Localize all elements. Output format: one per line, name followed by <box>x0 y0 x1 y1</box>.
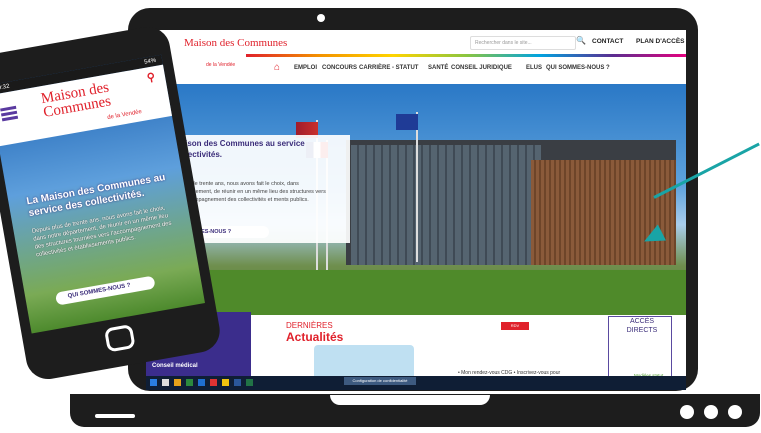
building-glass <box>351 145 541 265</box>
acces-directs-title: ACCÈS DIRECTS <box>622 317 662 335</box>
hero-title: Maison des Communes au service collectiv… <box>174 139 305 159</box>
nav-conseil-juridique[interactable]: CONSEIL JURIDIQUE <box>451 65 512 71</box>
laptop-hinge-slot <box>330 395 490 405</box>
folder-icon[interactable] <box>174 379 181 386</box>
flag-pole <box>416 112 418 262</box>
search-taskbar-icon[interactable] <box>162 379 169 386</box>
brand-color-bar <box>246 54 686 57</box>
event-badge: RDV <box>501 322 529 330</box>
start-icon[interactable] <box>150 379 157 386</box>
privacy-config-banner[interactable]: Configuration de confidentialité <box>344 377 416 385</box>
contact-link[interactable]: CONTACT <box>592 38 623 45</box>
app-icon[interactable] <box>186 379 193 386</box>
nav-qui-sommes-nous[interactable]: QUI SOMMES-NOUS ? <box>546 65 610 71</box>
lawn <box>146 270 686 315</box>
nav-emploi[interactable]: EMPLOI <box>294 65 317 71</box>
dot-icon <box>704 405 718 419</box>
news-title: Actualités <box>286 330 344 344</box>
app-icon[interactable] <box>210 379 217 386</box>
plan-acces-link[interactable]: PLAN D'ACCÈS <box>636 38 685 45</box>
conseil-medical-label: Conseil médical <box>152 363 198 369</box>
word-icon[interactable] <box>234 379 241 386</box>
chrome-icon[interactable] <box>222 379 229 386</box>
app-icon[interactable] <box>198 379 205 386</box>
nav-concours[interactable]: CONCOURS <box>322 65 357 71</box>
laptop-screen: Rechercher dans le site... 🔍 CONTACT PLA… <box>146 30 686 390</box>
search-input[interactable]: Rechercher dans le site... <box>470 36 576 50</box>
nav-carriere-statut[interactable]: CARRIÈRE - STATUT <box>359 65 418 71</box>
laptop-base-line <box>95 414 135 418</box>
dot-icon <box>680 405 694 419</box>
site-logo-subtitle: de la Vendée <box>206 62 236 68</box>
laptop-camera <box>317 14 325 22</box>
hero-text: plus de trente ans, nous avons fait le c… <box>180 181 326 203</box>
site-logo[interactable]: Maison des Communes <box>184 38 287 49</box>
home-icon[interactable]: ⌂ <box>274 62 280 73</box>
dot-icon <box>728 405 742 419</box>
flag-europe <box>396 114 418 130</box>
building-wood-facade <box>531 160 676 265</box>
nav-elus[interactable]: ELUS <box>526 65 542 71</box>
excel-icon[interactable] <box>246 379 253 386</box>
search-icon[interactable]: 🔍 <box>576 36 586 45</box>
news-kicker: DERNIÈRES <box>286 321 333 330</box>
nav-sante[interactable]: SANTÉ <box>428 65 448 71</box>
